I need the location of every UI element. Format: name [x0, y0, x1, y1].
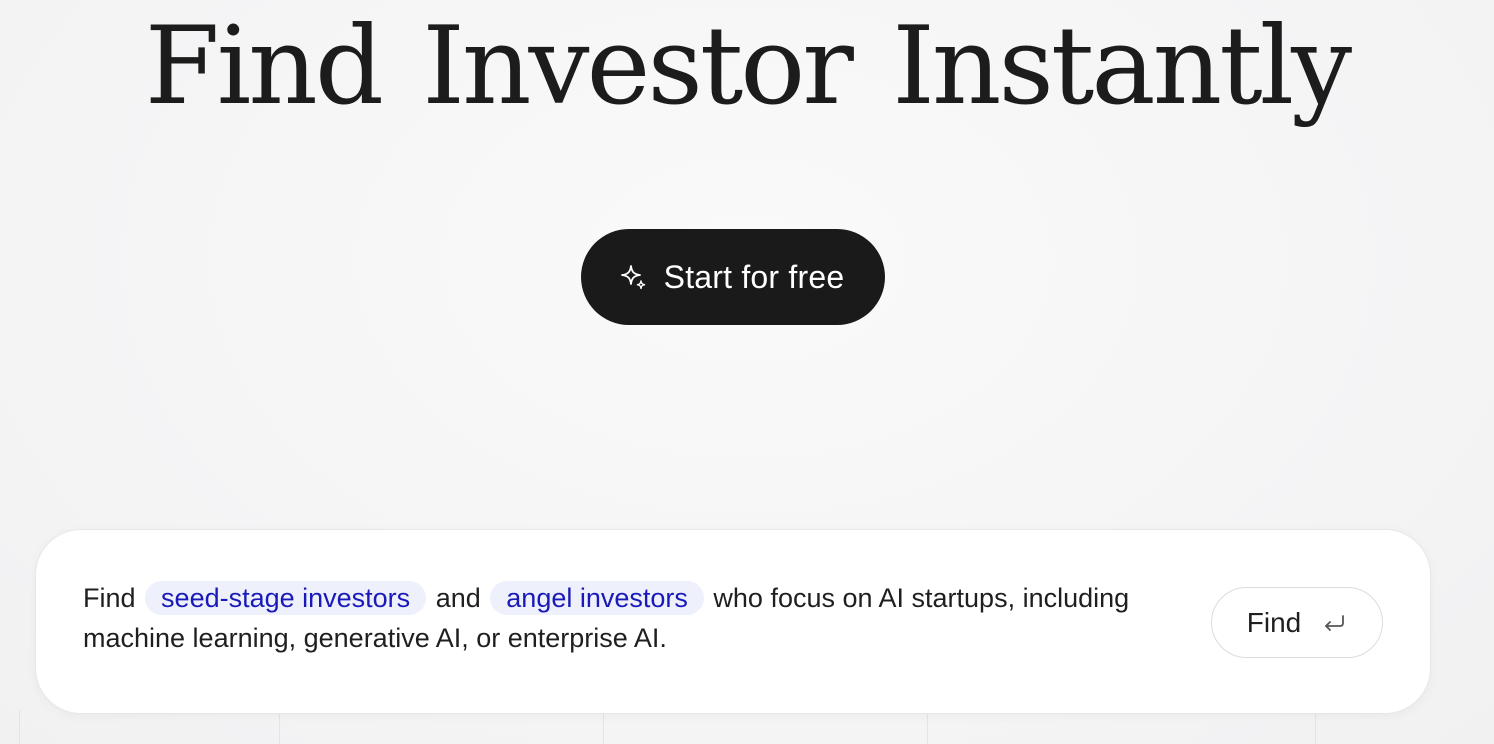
find-button[interactable]: Find	[1211, 587, 1383, 658]
divider	[603, 710, 604, 744]
start-for-free-label: Start for free	[663, 258, 845, 295]
prompt-prefix: Find	[83, 583, 136, 613]
angel-investors-chip[interactable]: angel investors	[490, 581, 704, 615]
seed-stage-investors-chip[interactable]: seed-stage investors	[145, 581, 427, 615]
start-for-free-button[interactable]: Start for free	[581, 229, 885, 325]
divider	[1315, 710, 1316, 744]
search-prompt-text: Find seed-stage investors and angel inve…	[83, 578, 1153, 658]
sparkle-icon	[618, 262, 648, 292]
search-prompt-card: Find seed-stage investors and angel inve…	[35, 529, 1431, 714]
hero-title: Find Investor Instantly	[144, 4, 1352, 129]
find-button-label: Find	[1246, 606, 1302, 638]
enter-key-icon	[1321, 612, 1347, 634]
divider	[19, 710, 20, 744]
divider	[927, 710, 928, 744]
prompt-connector: and	[435, 583, 481, 613]
divider	[279, 710, 280, 744]
